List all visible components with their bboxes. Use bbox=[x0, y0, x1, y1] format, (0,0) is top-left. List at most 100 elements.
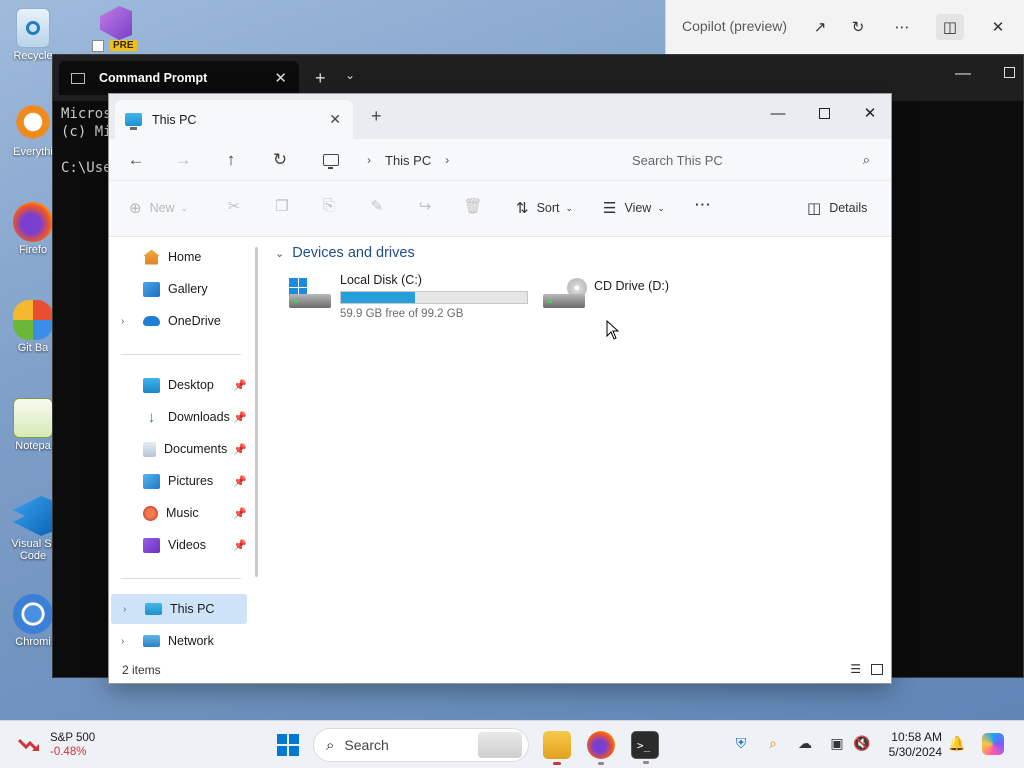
copy-icon[interactable]: ❐ bbox=[272, 197, 292, 217]
nav-item-onedrive[interactable]: › OneDrive bbox=[109, 306, 249, 336]
pin-icon[interactable]: 📌 bbox=[233, 411, 247, 424]
notification-bell-icon[interactable]: 🔔 bbox=[948, 735, 966, 753]
nav-divider bbox=[121, 354, 241, 355]
system-clock[interactable]: 10:58 AM 5/30/2024 bbox=[880, 730, 942, 760]
new-tab-icon[interactable]: + bbox=[315, 68, 326, 89]
explorer-titlebar: This PC ✕ + — ✕ bbox=[109, 94, 891, 139]
close-tab-icon[interactable]: ✕ bbox=[329, 111, 341, 128]
nav-item-videos[interactable]: Videos 📌 bbox=[109, 530, 249, 560]
chevron-right-icon[interactable]: › bbox=[121, 636, 124, 647]
pin-icon[interactable]: 📌 bbox=[233, 379, 247, 392]
nav-scrollbar[interactable] bbox=[255, 247, 258, 577]
nav-label: Downloads bbox=[168, 410, 230, 424]
breadcrumb-chevron-icon[interactable]: › bbox=[445, 153, 449, 167]
taskbar-search[interactable]: ⌕ Search bbox=[313, 728, 529, 762]
view-button[interactable]: ☰ View ⌄ bbox=[603, 199, 665, 217]
plus-circle-icon: ⊕ bbox=[129, 200, 142, 217]
pin-icon[interactable]: 📌 bbox=[233, 443, 247, 456]
close-tab-icon[interactable]: ✕ bbox=[274, 69, 287, 87]
breadcrumb-chevron-icon[interactable]: › bbox=[367, 153, 371, 167]
chevron-down-icon[interactable]: ⌄ bbox=[345, 68, 355, 82]
nav-item-home[interactable]: Home bbox=[109, 242, 249, 272]
refresh-icon[interactable]: ↻ bbox=[267, 149, 293, 171]
nav-item-network[interactable]: › Network bbox=[109, 626, 249, 656]
paste-icon[interactable]: ⎘ bbox=[319, 197, 339, 217]
drive-usage-bar bbox=[340, 291, 528, 304]
stock-widget[interactable]: S&P 500 -0.48% bbox=[18, 731, 95, 759]
more-icon[interactable]: ⋯ bbox=[888, 14, 916, 40]
gallery-icon bbox=[143, 281, 160, 297]
nav-item-documents[interactable]: Documents 📌 bbox=[109, 434, 249, 464]
explorer-tab-title: This PC bbox=[152, 112, 197, 127]
stock-name: S&P 500 bbox=[50, 732, 96, 744]
terminal-line: Micros bbox=[61, 106, 112, 122]
nav-label: This PC bbox=[170, 602, 215, 616]
sort-button[interactable]: ⇅ Sort ⌄ bbox=[516, 199, 573, 217]
up-arrow-icon[interactable]: ↑ bbox=[218, 149, 244, 171]
security-shield-icon[interactable]: ⛨ bbox=[732, 735, 750, 753]
new-button[interactable]: ⊕ New ⌄ bbox=[129, 199, 188, 217]
open-external-icon[interactable]: ↗ bbox=[806, 14, 834, 40]
chevron-down-icon: ⌄ bbox=[565, 202, 574, 213]
terminal-tab[interactable]: Command Prompt ✕ bbox=[59, 61, 299, 95]
drive-item-d[interactable]: CD Drive (D:) bbox=[543, 273, 693, 323]
git-bash-icon bbox=[13, 300, 53, 340]
terminal-output[interactable]: Micros (c) Mi C:\Use bbox=[61, 105, 112, 177]
pin-icon[interactable]: 📌 bbox=[233, 507, 247, 520]
start-button[interactable] bbox=[277, 734, 299, 756]
explorer-tab[interactable]: This PC ✕ bbox=[115, 100, 353, 139]
delete-icon[interactable]: 🗑 bbox=[463, 197, 483, 217]
taskbar-terminal[interactable]: >_ bbox=[631, 731, 659, 764]
new-tab-icon[interactable]: + bbox=[371, 106, 382, 127]
nav-item-pictures[interactable]: Pictures 📌 bbox=[109, 466, 249, 496]
volume-muted-icon[interactable]: 🔇 bbox=[853, 735, 871, 753]
taskbar-file-explorer[interactable] bbox=[543, 731, 571, 765]
copilot-icon[interactable] bbox=[982, 733, 1004, 755]
minimize-icon[interactable]: — bbox=[955, 65, 971, 83]
breadcrumb-this-pc[interactable]: This PC bbox=[385, 153, 431, 168]
terminal-line: C:\Use bbox=[61, 160, 112, 176]
nav-divider bbox=[121, 578, 241, 579]
minimize-button[interactable]: — bbox=[755, 100, 801, 126]
maximize-button[interactable] bbox=[801, 100, 847, 126]
search-icon: ⌕ bbox=[326, 736, 335, 754]
onedrive-offline-icon[interactable]: ☁ bbox=[796, 735, 814, 753]
chevron-right-icon[interactable]: › bbox=[123, 604, 126, 615]
tiles-view-icon[interactable] bbox=[871, 664, 883, 675]
breadcrumb[interactable]: › This PC › bbox=[313, 144, 603, 176]
maximize-icon[interactable] bbox=[1004, 67, 1015, 78]
nav-item-music[interactable]: Music 📌 bbox=[109, 498, 249, 528]
search-icon: ⌕ bbox=[862, 152, 870, 167]
nav-item-downloads[interactable]: ↓ Downloads 📌 bbox=[109, 402, 249, 432]
drive-item-c[interactable]: Local Disk (C:) 59.9 GB free of 99.2 GB bbox=[289, 273, 539, 323]
share-icon[interactable]: ↪ bbox=[415, 197, 435, 217]
everything-tray-icon[interactable]: ⌕ bbox=[764, 735, 782, 753]
videos-icon bbox=[143, 537, 160, 553]
forward-arrow-icon[interactable]: → bbox=[170, 149, 196, 171]
pin-icon[interactable]: 📌 bbox=[233, 475, 247, 488]
sort-icon: ⇅ bbox=[516, 200, 529, 217]
network-icon[interactable]: ▣ bbox=[828, 735, 846, 753]
pin-icon[interactable]: 📌 bbox=[233, 539, 247, 552]
details-button[interactable]: ◫ Details bbox=[807, 199, 867, 217]
chevron-right-icon[interactable]: › bbox=[121, 316, 124, 327]
visual-studio-preview-icon[interactable]: PRE bbox=[92, 6, 140, 52]
close-button[interactable]: ✕ bbox=[847, 100, 891, 126]
nav-label: Gallery bbox=[168, 282, 208, 296]
nav-item-gallery[interactable]: Gallery bbox=[109, 274, 249, 304]
search-input[interactable]: Search This PC ⌕ bbox=[612, 144, 882, 176]
sidebar-icon[interactable]: ◫ bbox=[936, 14, 964, 40]
cut-icon[interactable]: ✂ bbox=[224, 197, 244, 217]
back-arrow-icon[interactable]: ← bbox=[123, 149, 149, 171]
refresh-icon[interactable]: ↻ bbox=[844, 14, 872, 40]
rename-icon[interactable]: ✎ bbox=[367, 197, 387, 217]
details-view-icon[interactable]: ☰ bbox=[850, 662, 861, 676]
nav-item-desktop[interactable]: Desktop 📌 bbox=[109, 370, 249, 400]
devices-group-header[interactable]: ⌄ Devices and drives bbox=[275, 245, 415, 261]
shortcut-arrow-icon bbox=[92, 40, 104, 52]
taskbar-firefox[interactable] bbox=[587, 731, 615, 765]
close-icon[interactable]: ✕ bbox=[984, 14, 1012, 40]
nav-item-this-pc[interactable]: › This PC bbox=[111, 594, 247, 624]
more-options-icon[interactable]: ⋯ bbox=[694, 195, 711, 215]
